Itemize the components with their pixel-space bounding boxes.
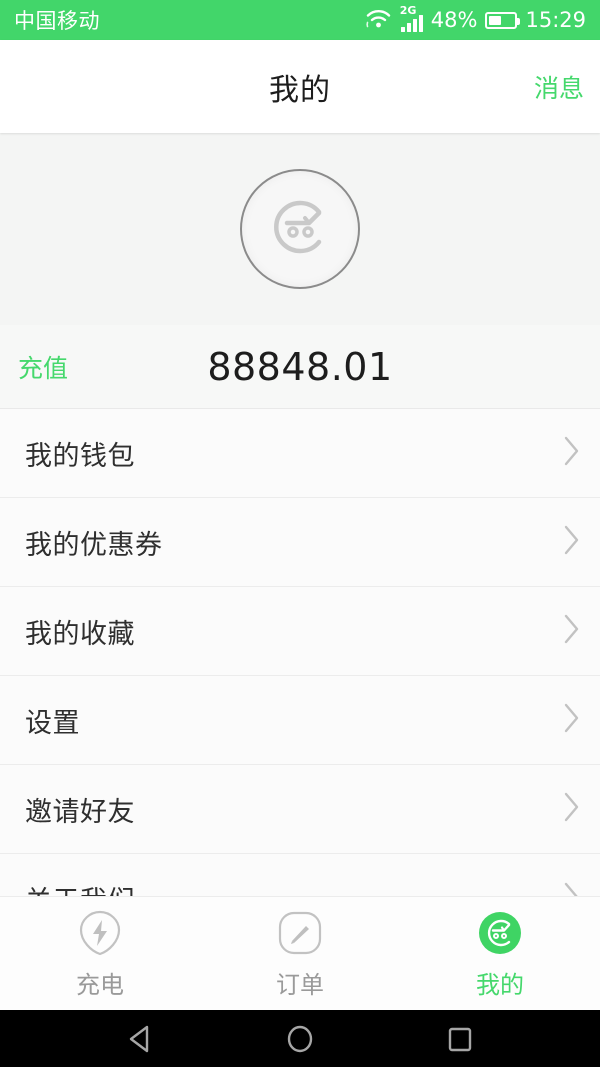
profile-face-icon — [476, 908, 524, 958]
signal-bars-icon: 2G — [399, 4, 423, 32]
balance-amount: 88848.01 — [207, 344, 393, 389]
page-title: 我的 — [269, 72, 331, 108]
menu-item-my-coupons[interactable]: 我的优惠券 — [0, 498, 600, 587]
android-back-icon[interactable] — [100, 1023, 180, 1055]
menu-item-invite-friends[interactable]: 邀请好友 — [0, 765, 600, 854]
status-bar: 中国移动 2G 48% 15:29 — [0, 0, 600, 40]
chevron-right-icon — [562, 612, 582, 650]
order-pencil-icon — [276, 908, 324, 958]
menu-item-label: 设置 — [25, 707, 80, 739]
profile-section — [0, 133, 600, 325]
signal-bar-group — [400, 15, 423, 32]
chevron-right-icon — [562, 434, 582, 472]
android-recents-icon[interactable] — [420, 1024, 500, 1054]
avatar[interactable] — [240, 169, 360, 289]
tab-profile[interactable]: 我的 — [400, 908, 600, 1000]
menu-item-my-favorites[interactable]: 我的收藏 — [0, 587, 600, 676]
menu-item-settings[interactable]: 设置 — [0, 676, 600, 765]
menu-item-label: 我的钱包 — [25, 440, 135, 472]
messages-button[interactable]: 消息 — [534, 69, 584, 105]
android-nav-bar — [0, 1010, 600, 1067]
menu-item-label: 邀请好友 — [25, 796, 135, 828]
battery-percent-label: 48% — [430, 8, 478, 32]
clock-label: 15:29 — [525, 8, 586, 32]
chevron-right-icon — [562, 701, 582, 739]
menu-list: 我的钱包 我的优惠券 我的收藏 设置 邀请好友 关于我们 — [0, 409, 600, 943]
chevron-right-icon — [562, 790, 582, 828]
status-icons: 2G 48% 15:29 — [365, 4, 586, 33]
recharge-button[interactable]: 充值 — [18, 349, 68, 385]
wifi-icon — [365, 7, 392, 33]
tab-orders[interactable]: 订单 — [200, 908, 400, 1000]
battery-icon — [485, 11, 521, 29]
user-avatar-icon — [261, 188, 339, 270]
network-type-label: 2G — [399, 4, 417, 17]
menu-item-my-wallet[interactable]: 我的钱包 — [0, 409, 600, 498]
app-header: 我的 消息 — [0, 40, 600, 133]
carrier-label: 中国移动 — [14, 9, 100, 33]
tab-charging[interactable]: 充电 — [0, 908, 200, 1000]
chevron-right-icon — [562, 523, 582, 561]
balance-row[interactable]: 充值 88848.01 — [0, 325, 600, 409]
tab-label: 订单 — [276, 970, 324, 999]
charging-bolt-icon — [77, 908, 123, 958]
menu-item-label: 我的收藏 — [25, 618, 135, 650]
tab-label: 我的 — [476, 970, 524, 999]
bottom-tab-bar: 充电 订单 我的 — [0, 896, 600, 1010]
menu-item-label: 我的优惠券 — [25, 529, 163, 561]
android-home-icon[interactable] — [260, 1023, 340, 1055]
tab-label: 充电 — [76, 970, 124, 999]
